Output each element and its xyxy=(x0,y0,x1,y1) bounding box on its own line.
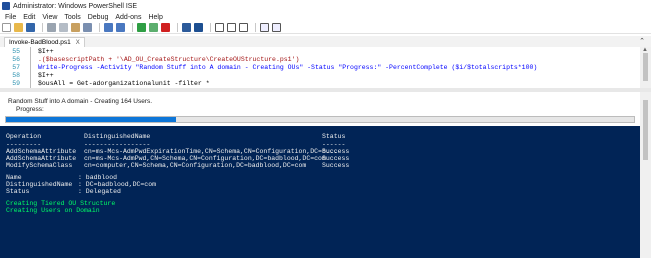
console-pane[interactable]: Operation DistinguishedName Status -----… xyxy=(0,126,640,258)
console-message: Creating Tiered OU Structure xyxy=(6,200,116,207)
console-prop-value: : Delegated xyxy=(78,188,121,195)
tab-invoke-badblood[interactable]: Invoke-BadBlood.ps1 X xyxy=(4,37,85,47)
toolbar-separator xyxy=(177,23,178,32)
menu-addons[interactable]: Add-ons xyxy=(115,14,141,21)
start-powershell-icon[interactable] xyxy=(194,23,203,32)
undo-icon[interactable] xyxy=(104,23,113,32)
console-header-operation: Operation xyxy=(6,133,42,140)
menu-help[interactable]: Help xyxy=(148,14,162,21)
open-folder-icon[interactable] xyxy=(14,23,23,32)
console-prop-value: : badblood xyxy=(78,174,118,181)
console-sep-status: ------ xyxy=(322,141,346,148)
run-icon[interactable] xyxy=(137,23,146,32)
toolbar xyxy=(0,22,651,34)
console-prop-key: Status xyxy=(6,188,30,195)
console-header-dn: DistinguishedName xyxy=(84,133,151,140)
line-number: 58 xyxy=(12,72,20,79)
show-commands-icon[interactable] xyxy=(260,23,269,32)
editor-scrollbar[interactable]: ▲ xyxy=(640,47,651,88)
code-line: $I++ xyxy=(38,48,54,55)
console-row-dn: cn=ms-Mcs-AdmPwdExpirationTime,CN=Schema… xyxy=(84,148,338,155)
new-file-icon[interactable] xyxy=(2,23,11,32)
menu-view[interactable]: View xyxy=(42,14,57,21)
collapse-script-pane-icon[interactable]: ⌃ xyxy=(639,37,645,45)
title-bar: Administrator: Windows PowerShell ISE xyxy=(0,0,651,12)
close-icon[interactable]: X xyxy=(76,40,80,46)
line-number: 56 xyxy=(12,56,20,63)
menu-bar: File Edit View Tools Debug Add-ons Help xyxy=(0,12,651,22)
line-number: 55 xyxy=(12,48,20,55)
line-number: 57 xyxy=(12,64,20,71)
console-row-dn: cn=computer,CN=Schema,CN=Configuration,D… xyxy=(84,162,307,169)
tab-label: Invoke-BadBlood.ps1 xyxy=(9,39,71,46)
layout-top-icon[interactable] xyxy=(215,23,224,32)
code-line: .($basescriptPath + '\AD_OU_CreateStruct… xyxy=(38,56,300,63)
console-row-status: Success xyxy=(322,155,350,162)
toolbar-separator xyxy=(132,23,133,32)
run-selection-icon[interactable] xyxy=(149,23,158,32)
layout-max-icon[interactable] xyxy=(239,23,248,32)
toolbar-separator xyxy=(210,23,211,32)
console-row-operation: AddSchemaAttribute xyxy=(6,155,77,162)
console-prop-value: : DC=badblood,DC=com xyxy=(78,181,157,188)
layout-right-icon[interactable] xyxy=(227,23,236,32)
progress-bar xyxy=(5,116,635,123)
redo-icon[interactable] xyxy=(116,23,125,32)
console-sep-operation: --------- xyxy=(6,141,42,148)
menu-tools[interactable]: Tools xyxy=(64,14,80,21)
copy-icon[interactable] xyxy=(59,23,68,32)
console-message: Creating Users on Domain xyxy=(6,207,100,214)
toolbar-separator xyxy=(99,23,100,32)
console-row-status: Success xyxy=(322,162,350,169)
cut-icon[interactable] xyxy=(47,23,56,32)
console-row-operation: AddSchemaAttribute xyxy=(6,148,77,155)
console-prop-key: Name xyxy=(6,174,22,181)
script-tab-strip: Invoke-BadBlood.ps1 X ⌃ xyxy=(0,36,651,47)
progress-pane: Random Stuff into A domain - Creating 16… xyxy=(0,92,640,126)
progress-activity: Random Stuff into A domain - Creating 16… xyxy=(8,98,153,105)
console-prop-key: DistinguishedName xyxy=(6,181,73,188)
scroll-thumb[interactable] xyxy=(643,53,648,81)
console-row-dn: cn=ms-Mcs-AdmPwd,CN=Schema,CN=Configurat… xyxy=(84,155,326,162)
save-icon[interactable] xyxy=(26,23,35,32)
console-sep-dn: ----------------- xyxy=(84,141,151,148)
clear-icon[interactable] xyxy=(83,23,92,32)
menu-debug[interactable]: Debug xyxy=(88,14,109,21)
progress-status: Progress: xyxy=(16,106,44,113)
addon-icon[interactable] xyxy=(272,23,281,32)
toolbar-separator xyxy=(42,23,43,32)
script-editor[interactable]: 55 $I++ 56 .($basescriptPath + '\AD_OU_C… xyxy=(0,47,640,88)
code-line: $I++ xyxy=(38,72,54,79)
code-line: $ousAll = Get-adorganizationalunit -filt… xyxy=(38,80,210,87)
line-number: 59 xyxy=(12,80,20,87)
powershell-icon xyxy=(2,2,10,10)
console-header-status: Status xyxy=(322,133,346,140)
fold-line xyxy=(30,47,31,88)
scroll-thumb[interactable] xyxy=(643,100,648,160)
progress-bar-fill xyxy=(6,117,176,122)
menu-edit[interactable]: Edit xyxy=(23,14,35,21)
stop-icon[interactable] xyxy=(161,23,170,32)
console-row-status: Success xyxy=(322,148,350,155)
remote-powershell-icon[interactable] xyxy=(182,23,191,32)
console-scrollbar[interactable] xyxy=(640,92,651,258)
window-title: Administrator: Windows PowerShell ISE xyxy=(13,2,138,10)
console-row-operation: ModifySchemaClass xyxy=(6,162,73,169)
menu-file[interactable]: File xyxy=(5,14,16,21)
code-line: Write-Progress -Activity "Random Stuff i… xyxy=(38,64,538,71)
paste-icon[interactable] xyxy=(71,23,80,32)
toolbar-separator xyxy=(255,23,256,32)
